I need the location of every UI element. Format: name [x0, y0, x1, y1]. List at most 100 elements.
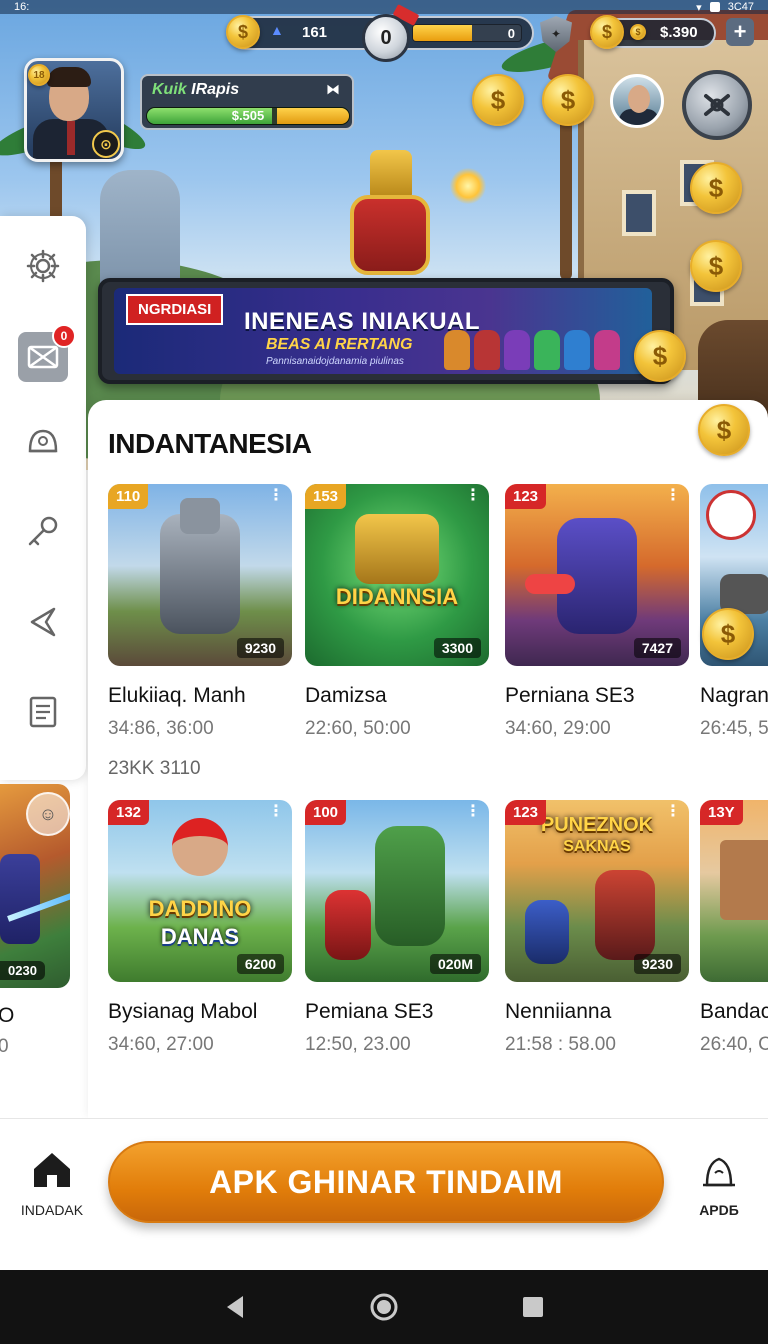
- left-sidebar: 0: [0, 216, 86, 780]
- game-title: Bandac: [700, 1000, 768, 1023]
- banner-subline: BEAS AI RERTANG: [266, 336, 413, 353]
- floating-coin-icon[interactable]: $: [690, 240, 742, 292]
- banner-headline: INENEAS INIAKUAL: [244, 308, 481, 335]
- floating-coin-icon[interactable]: $: [472, 74, 524, 126]
- friend-avatar[interactable]: [610, 74, 664, 128]
- add-currency-button[interactable]: +: [726, 18, 754, 46]
- more-options-icon[interactable]: ⋮: [268, 804, 284, 820]
- floating-coin-icon[interactable]: $: [690, 162, 742, 214]
- game-card[interactable]: DADDINO DANAS 132 ⋮ 6200 Bysianag Mabol …: [108, 800, 292, 1056]
- game-meta: 26:40, C: [700, 1034, 768, 1055]
- back-triangle-icon: [226, 1296, 243, 1318]
- sidebar-item-mail[interactable]: 0: [18, 324, 76, 382]
- player-name: Kuik IRapis: [152, 81, 240, 98]
- gem-icon: ▲: [270, 22, 284, 38]
- game-list-panel: INDANTANESIA 110 ⋮ 9230 Elukiiaq. Manh 3…: [88, 400, 768, 1118]
- game-meta: 34:86, 36:00: [108, 718, 214, 739]
- game-card[interactable]: DIDANNSIA 153 ⋮ 3300 Damizsa 22:60, 50:0…: [305, 484, 489, 740]
- game-thumbnail[interactable]: 13Y: [700, 800, 768, 982]
- home-system-button[interactable]: [369, 1292, 399, 1322]
- recents-square-icon: [523, 1297, 544, 1317]
- share-icon: [30, 607, 56, 637]
- card-value: 9230: [633, 954, 681, 974]
- hud-right-value: $.390: [660, 24, 698, 41]
- sidebar-item-settings[interactable]: [21, 244, 65, 288]
- floating-coin-icon[interactable]: $: [634, 330, 686, 382]
- game-thumbnail[interactable]: 123 ⋮ 7427: [505, 484, 689, 666]
- key-icon: [28, 516, 58, 546]
- card-logo-secondary: DANAS: [160, 924, 240, 949]
- game-card[interactable]: 100 ⋮ 020M Pemiana SE3 12:50, 23.00: [305, 800, 489, 1056]
- banner-tag: NGRDIASI: [126, 294, 224, 325]
- game-title: Nenniianna: [505, 1000, 612, 1023]
- card-value: 3300: [433, 638, 481, 658]
- nav-home[interactable]: INDADAK: [14, 1147, 90, 1227]
- nav-home-label: INDADAK: [20, 1202, 84, 1218]
- card-logo-secondary: SAKNAS: [563, 838, 631, 855]
- download-apk-button[interactable]: APK GHINAR TINDAIM: [108, 1141, 664, 1223]
- game-meta: 12:50, 23.00: [305, 1034, 411, 1055]
- card-value: 7427: [633, 638, 681, 658]
- mute-icon[interactable]: ⧓: [322, 81, 344, 99]
- level-circle[interactable]: 0: [362, 14, 410, 62]
- game-title: Perniana SE3: [505, 684, 635, 707]
- game-thumbnail[interactable]: 100 ⋮ 020M: [305, 800, 489, 982]
- floating-coin-icon[interactable]: $: [542, 74, 594, 126]
- more-options-icon[interactable]: ⋮: [665, 488, 681, 504]
- mail-badge: 0: [52, 324, 76, 348]
- more-options-icon[interactable]: ⋮: [665, 804, 681, 820]
- banner-fine-print: Pannisanaidojdanamia piulinas: [266, 356, 404, 367]
- floating-coin-icon[interactable]: $: [702, 608, 754, 660]
- game-title: Damizsa: [305, 684, 387, 707]
- profile-level-badge: 18: [28, 64, 50, 86]
- battery-icon: [709, 2, 720, 12]
- android-navigation-bar: [0, 1270, 768, 1344]
- more-options-icon[interactable]: ⋮: [268, 488, 284, 504]
- section-title: INDANTANESIA: [108, 428, 312, 459]
- sidebar-item-helmet[interactable]: [21, 420, 65, 464]
- magic-spark: [450, 168, 486, 204]
- game-card[interactable]: 13Y Bandac 26:40, C: [700, 800, 768, 1056]
- card-value: 6200: [236, 954, 284, 974]
- game-meta-secondary: 23KK 3110: [108, 758, 201, 779]
- card-logo: DIDANNSIA: [335, 584, 459, 609]
- wifi-icon: ▾: [696, 1, 702, 14]
- crossed-tools-icon[interactable]: [682, 70, 752, 140]
- more-options-icon[interactable]: ⋮: [465, 804, 481, 820]
- game-meta: 34:60, 27:00: [108, 1034, 214, 1055]
- sidebar-item-document[interactable]: [21, 690, 65, 734]
- nav-apps[interactable]: APDБ: [684, 1149, 754, 1218]
- game-thumbnail[interactable]: DADDINO DANAS 132 ⋮ 6200: [108, 800, 292, 982]
- game-card[interactable]: 123 ⋮ 7427 Perniana SE3 34:60, 29:00: [505, 484, 689, 740]
- xp-bar: $.505: [146, 107, 350, 125]
- game-meta: 34:60, 29:00: [505, 718, 611, 739]
- game-card[interactable]: 110 ⋮ 9230 Elukiiaq. Manh 34:86, 36:00 2…: [108, 484, 292, 780]
- game-meta: 26:45, 5: [700, 718, 768, 739]
- mini-coin-icon: $: [630, 24, 646, 40]
- floating-coin-icon[interactable]: $: [698, 404, 750, 456]
- game-thumbnail[interactable]: DIDANNSIA 153 ⋮ 3300: [305, 484, 489, 666]
- card-badge: 13Y: [700, 800, 743, 825]
- hud-left-value: 161: [302, 24, 328, 41]
- game-title: Pemiana SE3: [305, 1000, 434, 1023]
- card-badge: 123: [505, 484, 547, 509]
- sidebar-item-share[interactable]: [21, 600, 65, 644]
- side-game-thumb[interactable]: ☺ 0230: [0, 784, 70, 988]
- recents-button[interactable]: [518, 1292, 548, 1322]
- camera-badge-icon[interactable]: ⊙: [92, 130, 120, 158]
- more-options-icon[interactable]: ⋮: [465, 488, 481, 504]
- promo-banner[interactable]: NGRDIASI INENEAS INIAKUAL BEAS AI RERTAN…: [98, 278, 674, 384]
- game-thumbnail[interactable]: PUNEZNOK SAKNAS 123 ⋮ 9230: [505, 800, 689, 982]
- game-title: Elukiiaq. Manh: [108, 684, 246, 707]
- card-badge: 132: [108, 800, 150, 825]
- player-name-panel[interactable]: Kuik IRapis ⧓ $.505: [140, 74, 354, 130]
- status-bar: 16: ▾ 3C47: [0, 0, 768, 14]
- hud-progress-fill: [413, 25, 473, 41]
- game-card[interactable]: PUNEZNOK SAKNAS 123 ⋮ 9230 Nenniianna 21…: [505, 800, 689, 1056]
- helmet-icon: [28, 429, 58, 453]
- sidebar-item-key[interactable]: [21, 510, 65, 554]
- game-title: Bysianag Mabol: [108, 1000, 258, 1023]
- back-button[interactable]: [220, 1292, 250, 1322]
- card-badge: 153: [305, 484, 347, 509]
- game-thumbnail[interactable]: 110 ⋮ 9230: [108, 484, 292, 666]
